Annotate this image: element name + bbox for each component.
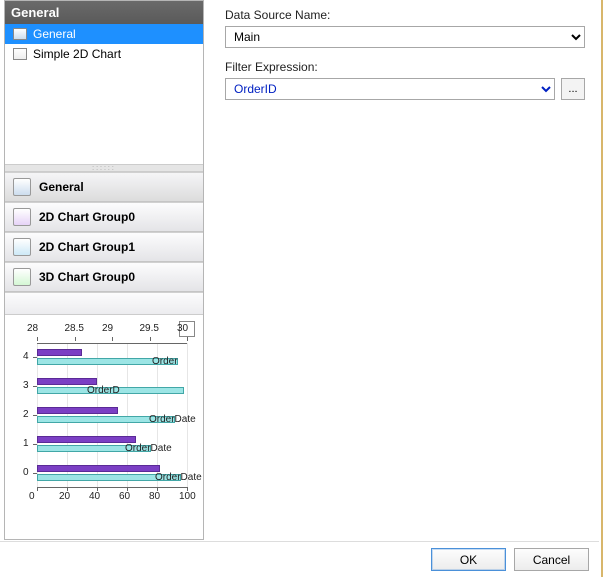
x-axis-tick-label: 80 [149, 491, 160, 502]
chart-group-icon [13, 238, 31, 256]
bar-purple [37, 378, 97, 385]
tree-view: General Simple 2D Chart [5, 24, 203, 164]
accordion-label: 2D Chart Group0 [39, 210, 135, 224]
ok-button[interactable]: OK [431, 548, 506, 571]
data-source-name-select[interactable]: Main [225, 26, 585, 48]
accordion-label: General [39, 180, 84, 194]
splitter-grip[interactable]: :::::: [5, 164, 203, 172]
chart-preview: 28 28.5 29 29.5 30 0 20 40 60 80 100 0 OrderDate 1 Ord… [5, 314, 203, 539]
filter-expression-builder-button[interactable]: ... [561, 78, 585, 100]
bar-purple [37, 407, 118, 414]
accordion-3d-chart-group0[interactable]: 3D Chart Group0 [5, 262, 203, 292]
accordion-label: 2D Chart Group1 [39, 240, 135, 254]
top-axis-tick-label: 29 [102, 323, 113, 334]
tree-item-label: Simple 2D Chart [33, 47, 121, 61]
x-axis-tick-label: 40 [89, 491, 100, 502]
x-axis-tick-label: 100 [179, 491, 196, 502]
x-axis-tick-label: 20 [59, 491, 70, 502]
y-axis-tick-label: 3 [23, 380, 29, 391]
right-panel: Data Source Name: Main Filter Expression… [215, 0, 591, 539]
filter-expression-label: Filter Expression: [225, 60, 318, 74]
y-axis-tick-label: 2 [23, 409, 29, 420]
dialog-footer: OK Cancel [0, 541, 599, 577]
bar-purple [37, 436, 136, 443]
bar-annotation: OrderDate [149, 414, 196, 425]
chart-group-icon [13, 208, 31, 226]
tree-item-general[interactable]: General [5, 24, 203, 44]
top-axis-tick-label: 28.5 [65, 323, 84, 334]
bar-annotation: OrderD [87, 385, 120, 396]
filter-expression-select[interactable]: OrderID [225, 78, 555, 100]
y-axis-tick-label: 0 [23, 467, 29, 478]
accordion-label: 3D Chart Group0 [39, 270, 135, 284]
bar-annotation: OrderDate [155, 472, 202, 483]
bar-purple [37, 465, 160, 472]
bar-annotation: OrderDate [125, 443, 172, 454]
bar-purple [37, 349, 82, 356]
tree-item-simple-2d-chart[interactable]: Simple 2D Chart [5, 44, 203, 64]
chart-group-icon [13, 268, 31, 286]
y-axis-tick-label: 1 [23, 438, 29, 449]
top-axis-tick-label: 28 [27, 323, 38, 334]
bar-annotation: Order [152, 356, 178, 367]
panel-title: General [5, 1, 203, 24]
data-source-name-label: Data Source Name: [225, 8, 330, 22]
accordion-blank [5, 292, 203, 314]
y-axis-tick-label: 4 [23, 351, 29, 362]
general-icon [13, 28, 27, 40]
x-axis-tick-label: 0 [29, 491, 35, 502]
top-axis-tick-label: 30 [177, 323, 188, 334]
accordion-general[interactable]: General [5, 172, 203, 202]
x-axis-tick-label: 60 [119, 491, 130, 502]
general-icon [13, 178, 31, 196]
top-axis-tick-label: 29.5 [140, 323, 159, 334]
left-panel: General General Simple 2D Chart :::::: G… [4, 0, 204, 540]
chart-icon [13, 48, 27, 60]
accordion-2d-chart-group0[interactable]: 2D Chart Group0 [5, 202, 203, 232]
cancel-button[interactable]: Cancel [514, 548, 589, 571]
tree-item-label: General [33, 27, 76, 41]
accordion-2d-chart-group1[interactable]: 2D Chart Group1 [5, 232, 203, 262]
